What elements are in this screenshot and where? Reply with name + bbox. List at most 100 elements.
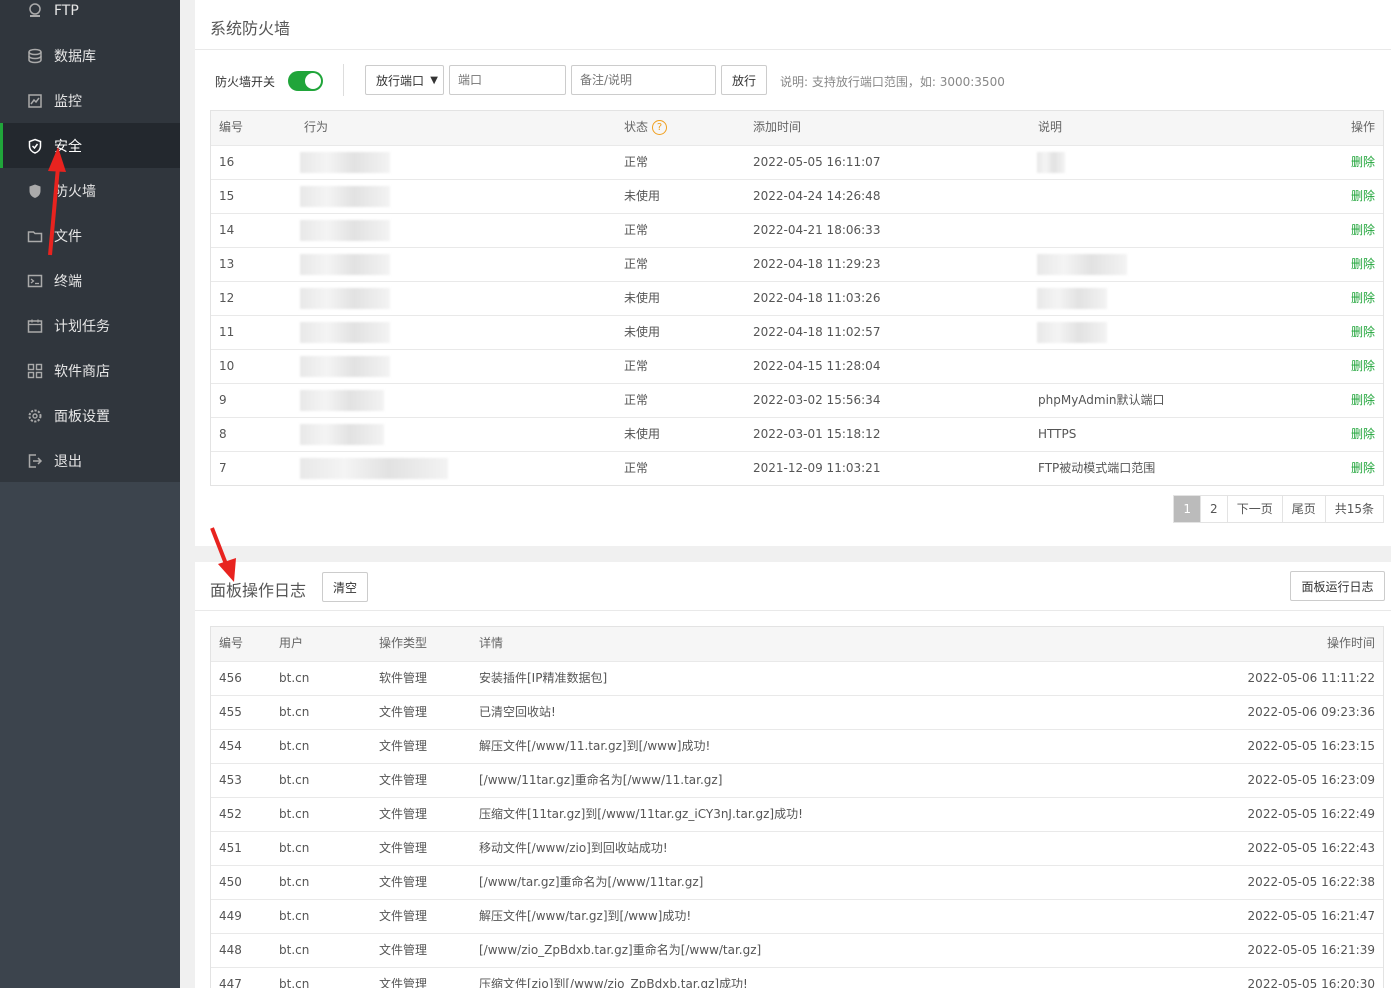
delete-link[interactable]: 删除 <box>1351 452 1375 485</box>
help-icon[interactable]: ? <box>652 120 668 135</box>
log-id: 448 <box>219 943 242 957</box>
table-row: 15 未使用 2022-04-24 14:26:48 删除 <box>211 179 1383 213</box>
sidebar-item-2[interactable]: 监控 <box>0 78 180 123</box>
log-time: 2022-05-05 16:21:39 <box>1247 943 1375 957</box>
rule-status: 正常 <box>624 155 649 169</box>
port-input[interactable] <box>449 65 566 95</box>
rule-id: 12 <box>219 291 235 305</box>
redacted-action <box>300 254 390 275</box>
log-type: 文件管理 <box>379 841 428 855</box>
delete-link[interactable]: 删除 <box>1351 350 1375 383</box>
rule-id: 8 <box>219 427 227 441</box>
firewall-title: 系统防火墙 <box>210 19 291 38</box>
delete-link[interactable]: 删除 <box>1351 146 1375 179</box>
table-row: 453 bt.cn 文件管理 [/www/11tar.gz]重命名为[/www/11.… <box>211 763 1383 797</box>
page-2[interactable]: 2 <box>1200 496 1227 522</box>
table-row: 451 bt.cn 文件管理 移动文件[/www/zio]到回收站成功! 2022-05… <box>211 831 1383 865</box>
firewall-toggle[interactable] <box>288 71 323 91</box>
sidebar-item-1[interactable]: 数据库 <box>0 33 180 78</box>
run-log-button[interactable]: 面板运行日志 <box>1290 571 1385 601</box>
col-id: 编号 <box>219 120 244 134</box>
log-detail: 解压文件[/www/tar.gz]到[/www]成功! <box>479 909 692 923</box>
delete-link[interactable]: 删除 <box>1351 418 1375 451</box>
sidebar-item-8[interactable]: 软件商店 <box>0 348 180 393</box>
log-type: 软件管理 <box>379 671 428 685</box>
redacted-note <box>1037 254 1127 275</box>
sidebar-item-9[interactable]: 面板设置 <box>0 393 180 438</box>
table-row: 10 正常 2022-04-15 11:28:04 删除 <box>211 349 1383 383</box>
pagination: 1 2 下一页 尾页 共15条 <box>1173 495 1384 523</box>
log-time: 2022-05-06 09:23:36 <box>1247 705 1375 719</box>
delete-link[interactable]: 删除 <box>1351 282 1375 315</box>
log-table: 编号 用户 操作类型 详情 操作时间 456 bt.cn 软件管理 安装插件[IP精准… <box>210 626 1384 988</box>
log-time: 2022-05-05 16:23:15 <box>1247 739 1375 753</box>
log-user: bt.cn <box>279 977 310 988</box>
log-id: 449 <box>219 909 242 923</box>
sidebar-item-0[interactable]: FTP <box>0 0 180 33</box>
col-time: 操作时间 <box>1326 636 1375 650</box>
firewall-table: 编号 行为 状态? 添加时间 说明 操作 16 正常 2022-05-05 16:1… <box>210 110 1384 486</box>
log-detail: 安装插件[IP精准数据包] <box>479 671 608 685</box>
redacted-note <box>1037 322 1107 343</box>
sidebar-item-3[interactable]: 安全 <box>0 123 180 168</box>
log-detail: 压缩文件[11tar.gz]到[/www/11tar.gz_iCY3nJ.tar… <box>479 807 803 821</box>
log-user: bt.cn <box>279 705 310 719</box>
sidebar-item-label: 面板设置 <box>54 408 110 425</box>
rule-id: 13 <box>219 257 235 271</box>
table-row: 447 bt.cn 文件管理 压缩文件[zio]到[/www/zio_ZpBdxb.t… <box>211 967 1383 988</box>
table-row: 7 正常 2021-12-09 11:03:21 FTP被动模式端口范围 删除 <box>211 451 1383 485</box>
page-1[interactable]: 1 <box>1174 496 1201 522</box>
delete-link[interactable]: 删除 <box>1351 180 1375 213</box>
redacted-note <box>1037 288 1107 309</box>
sidebar-item-6[interactable]: 终端 <box>0 258 180 303</box>
log-type: 文件管理 <box>379 977 428 988</box>
terminal-icon <box>26 272 44 290</box>
table-row: 449 bt.cn 文件管理 解压文件[/www/tar.gz]到[/www]成功! 2… <box>211 899 1383 933</box>
rule-time: 2022-04-18 11:03:26 <box>753 291 881 305</box>
log-type: 文件管理 <box>379 739 428 753</box>
sidebar-item-5[interactable]: 文件 <box>0 213 180 258</box>
log-id: 447 <box>219 977 242 988</box>
sidebar-item-10[interactable]: 退出 <box>0 438 180 483</box>
rule-id: 15 <box>219 189 235 203</box>
log-time: 2022-05-05 16:23:09 <box>1247 773 1375 787</box>
rule-status: 未使用 <box>624 189 661 203</box>
col-status-label: 状态 <box>624 120 649 134</box>
rule-id: 14 <box>219 223 235 237</box>
divider <box>195 610 1391 611</box>
log-id: 451 <box>219 841 242 855</box>
next-page[interactable]: 下一页 <box>1226 496 1282 522</box>
delete-link[interactable]: 删除 <box>1351 214 1375 247</box>
logout-icon <box>26 452 44 470</box>
table-header: 编号 行为 状态? 添加时间 说明 操作 <box>211 111 1383 145</box>
rule-time: 2021-12-09 11:03:21 <box>753 461 881 475</box>
sidebar-item-4[interactable]: 防火墙 <box>0 168 180 213</box>
col-note: 说明 <box>1038 120 1063 134</box>
redacted-action <box>300 356 390 377</box>
sidebar-item-7[interactable]: 计划任务 <box>0 303 180 348</box>
log-user: bt.cn <box>279 943 310 957</box>
rule-status: 正常 <box>624 257 649 271</box>
rule-type-select[interactable]: 放行端口 ▼ <box>365 65 444 95</box>
allow-button[interactable]: 放行 <box>721 65 767 95</box>
table-row: 13 正常 2022-04-18 11:29:23 删除 <box>211 247 1383 281</box>
note-input[interactable] <box>571 65 716 95</box>
last-page[interactable]: 尾页 <box>1281 496 1325 522</box>
clear-log-button[interactable]: 清空 <box>322 572 368 602</box>
rule-note: phpMyAdmin默认端口 <box>1038 393 1165 407</box>
table-row: 452 bt.cn 文件管理 压缩文件[11tar.gz]到[/www/11tar.g… <box>211 797 1383 831</box>
delete-link[interactable]: 删除 <box>1351 384 1375 417</box>
sidebar-item-label: 数据库 <box>54 48 96 65</box>
rule-time: 2022-03-01 15:18:12 <box>753 427 881 441</box>
log-user: bt.cn <box>279 909 310 923</box>
rule-time: 2022-04-15 11:28:04 <box>753 359 881 373</box>
delete-link[interactable]: 删除 <box>1351 316 1375 349</box>
rule-status: 未使用 <box>624 291 661 305</box>
table-row: 448 bt.cn 文件管理 [/www/zio_ZpBdxb.tar.gz]重命名为… <box>211 933 1383 967</box>
delete-link[interactable]: 删除 <box>1351 248 1375 281</box>
table-row: 454 bt.cn 文件管理 解压文件[/www/11.tar.gz]到[/www]成… <box>211 729 1383 763</box>
monitor-icon <box>26 92 44 110</box>
redacted-action <box>300 186 390 207</box>
rule-status: 正常 <box>624 359 649 373</box>
redacted-note <box>1037 152 1065 173</box>
